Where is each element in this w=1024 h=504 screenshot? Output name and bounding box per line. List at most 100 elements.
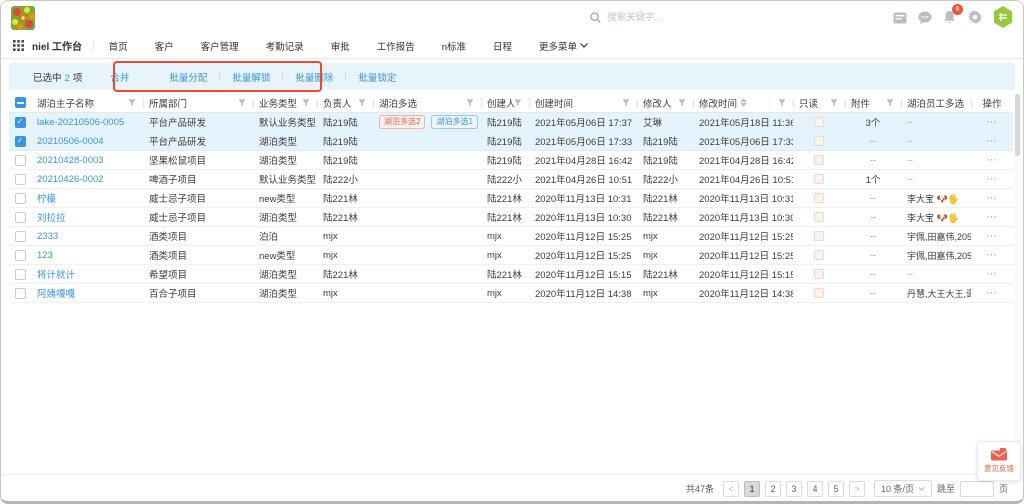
row-checkbox[interactable]: [15, 193, 26, 204]
col-header-owner[interactable]: 负责人: [317, 93, 373, 112]
filter-icon[interactable]: [778, 99, 786, 107]
nav-more-menu[interactable]: 更多菜单: [539, 39, 588, 53]
page-button-5[interactable]: 5: [828, 481, 844, 497]
nav-item-customers[interactable]: 客户: [155, 39, 174, 53]
avatar[interactable]: [993, 6, 1013, 28]
record-name-link[interactable]: lake-20210506-0005: [37, 117, 124, 128]
col-header-created-time[interactable]: 创建时间: [529, 93, 637, 112]
record-name-link[interactable]: 20210426-0002: [37, 174, 104, 185]
page-button-1[interactable]: 1: [744, 481, 760, 497]
filter-icon[interactable]: [514, 99, 522, 107]
record-name-link[interactable]: 20210428-0003: [37, 155, 104, 166]
filter-icon[interactable]: [886, 99, 894, 107]
col-header-multiselect[interactable]: 湖泊多选: [373, 93, 481, 112]
nav-item-attendance[interactable]: 考勤记录: [266, 39, 304, 53]
nav-item-customer-mgmt[interactable]: 客户管理: [201, 39, 239, 53]
page-button-4[interactable]: 4: [807, 481, 823, 497]
row-actions-button[interactable]: ⋯: [987, 212, 998, 223]
row-actions-button[interactable]: ⋯: [987, 155, 998, 166]
table-row[interactable]: 2333 酒类项目 泊泊 mjx mjx 2020年11月12日 15:25 m…: [9, 227, 1013, 246]
vertical-scrollbar-thumb[interactable]: [1015, 94, 1020, 156]
row-checkbox[interactable]: [15, 212, 26, 223]
nav-item-approval[interactable]: 审批: [331, 39, 350, 53]
prev-page-button[interactable]: <: [723, 481, 739, 497]
select-all-checkbox[interactable]: [15, 97, 26, 108]
record-name-link[interactable]: 123: [37, 250, 53, 261]
message-icon[interactable]: [912, 11, 937, 24]
record-name-link[interactable]: 2333: [37, 231, 58, 242]
row-checkbox[interactable]: [15, 136, 26, 147]
batch-unlock-button[interactable]: 批量解锁: [220, 70, 282, 84]
row-actions-button[interactable]: ⋯: [987, 250, 998, 261]
page-size-select[interactable]: 10 条/页: [874, 480, 932, 497]
record-name-link[interactable]: 刘拉拉: [37, 210, 66, 224]
nav-item-n-standard[interactable]: n标准: [442, 39, 466, 53]
table-row[interactable]: 柠檬 威士忌子项目 new类型 陆221林 陆221林 2020年11月13日 …: [9, 189, 1013, 208]
col-header-business-type[interactable]: 业务类型: [253, 93, 317, 112]
table-row[interactable]: 刘拉拉 威士忌子项目 湖泊类型 陆221林 陆221林 2020年11月13日 …: [9, 208, 1013, 227]
row-checkbox[interactable]: [15, 174, 26, 185]
record-name-link[interactable]: 将计就计: [37, 267, 75, 281]
page-button-3[interactable]: 3: [786, 481, 802, 497]
batch-assign-button[interactable]: 批量分配: [157, 70, 219, 84]
filter-icon[interactable]: [678, 99, 686, 107]
row-checkbox[interactable]: [15, 269, 26, 280]
record-name-link[interactable]: 柠檬: [37, 191, 56, 205]
row-checkbox[interactable]: [15, 155, 26, 166]
global-search[interactable]: [590, 12, 737, 23]
row-actions-button[interactable]: ⋯: [987, 193, 998, 204]
row-actions-button[interactable]: ⋯: [987, 174, 998, 185]
table-row[interactable]: 20210426-0002 啤酒子项目 默认业务类型 陆222小 陆222小 2…: [9, 170, 1013, 189]
row-actions-button[interactable]: ⋯: [987, 117, 998, 128]
row-checkbox[interactable]: [15, 117, 26, 128]
row-checkbox[interactable]: [15, 288, 26, 299]
filter-icon[interactable]: [302, 99, 310, 107]
page-button-2[interactable]: 2: [765, 481, 781, 497]
jump-page-input[interactable]: [960, 481, 994, 497]
calendar-icon[interactable]: [887, 11, 912, 24]
nav-item-schedule[interactable]: 日程: [493, 39, 512, 53]
table-row[interactable]: 20210428-0003 坚果松鼠项目 湖泊类型 陆219陆 陆219陆 20…: [9, 151, 1013, 170]
col-header-creator[interactable]: 创建人: [481, 93, 529, 112]
col-header-modified-time[interactable]: 修改时间: [693, 93, 793, 112]
table-row[interactable]: 阿姨嘎嘎 百合子项目 湖泊类型 mjx mjx 2020年11月12日 14:3…: [9, 284, 1013, 303]
merge-button[interactable]: 合并: [110, 70, 129, 84]
filter-icon[interactable]: [830, 99, 838, 107]
row-checkbox[interactable]: [15, 231, 26, 242]
batch-lock-button[interactable]: 批量锁定: [346, 70, 408, 84]
nav-item-work-report[interactable]: 工作报告: [377, 39, 415, 53]
col-header-modifier[interactable]: 修改人: [637, 93, 693, 112]
sort-icon[interactable]: [740, 98, 747, 107]
nav-item-home[interactable]: 首页: [109, 39, 128, 53]
row-actions-button[interactable]: ⋯: [987, 231, 998, 242]
search-input[interactable]: [607, 12, 737, 23]
col-header-attachment[interactable]: 附件: [845, 93, 901, 112]
row-checkbox[interactable]: [15, 250, 26, 261]
col-header-department[interactable]: 所属部门: [143, 93, 253, 112]
row-actions-button[interactable]: ⋯: [987, 136, 998, 147]
filter-icon[interactable]: [128, 99, 136, 107]
col-header-name[interactable]: 湖泊主子名称: [31, 93, 143, 112]
record-name-link[interactable]: 阿姨嘎嘎: [37, 286, 75, 300]
filter-icon[interactable]: [358, 99, 366, 107]
col-header-readonly[interactable]: 只读: [793, 93, 845, 112]
next-page-button[interactable]: >: [849, 481, 865, 497]
feedback-button[interactable]: 意见反馈: [977, 441, 1021, 481]
filter-icon[interactable]: [466, 99, 474, 107]
table-row[interactable]: 将计就计 希望项目 湖泊类型 陆221林 陆221林 2020年11月12日 1…: [9, 265, 1013, 284]
workspace-title[interactable]: niel 工作台: [32, 38, 82, 53]
table-row[interactable]: 123 酒类项目 new类型 mjx mjx 2020年11月12日 15:25…: [9, 246, 1013, 265]
apps-grid-icon[interactable]: [13, 40, 24, 51]
filter-icon[interactable]: [238, 99, 246, 107]
filter-icon[interactable]: [622, 99, 630, 107]
row-actions-button[interactable]: ⋯: [987, 269, 998, 280]
record-name-link[interactable]: 20210506-0004: [37, 136, 104, 147]
table-row[interactable]: lake-20210506-0005 平台产品研发 默认业务类型 陆219陆 湖…: [9, 113, 1013, 132]
bell-icon[interactable]: 8: [937, 10, 962, 24]
owner-cell: mjx: [317, 227, 373, 245]
batch-delete-button[interactable]: 批量删除: [283, 70, 345, 84]
app-logo[interactable]: [11, 6, 35, 30]
table-row[interactable]: 20210506-0004 平台产品研发 湖泊类型 陆219陆 陆219陆 20…: [9, 132, 1013, 151]
row-actions-button[interactable]: ⋯: [987, 288, 998, 299]
gear-icon[interactable]: [962, 10, 987, 24]
